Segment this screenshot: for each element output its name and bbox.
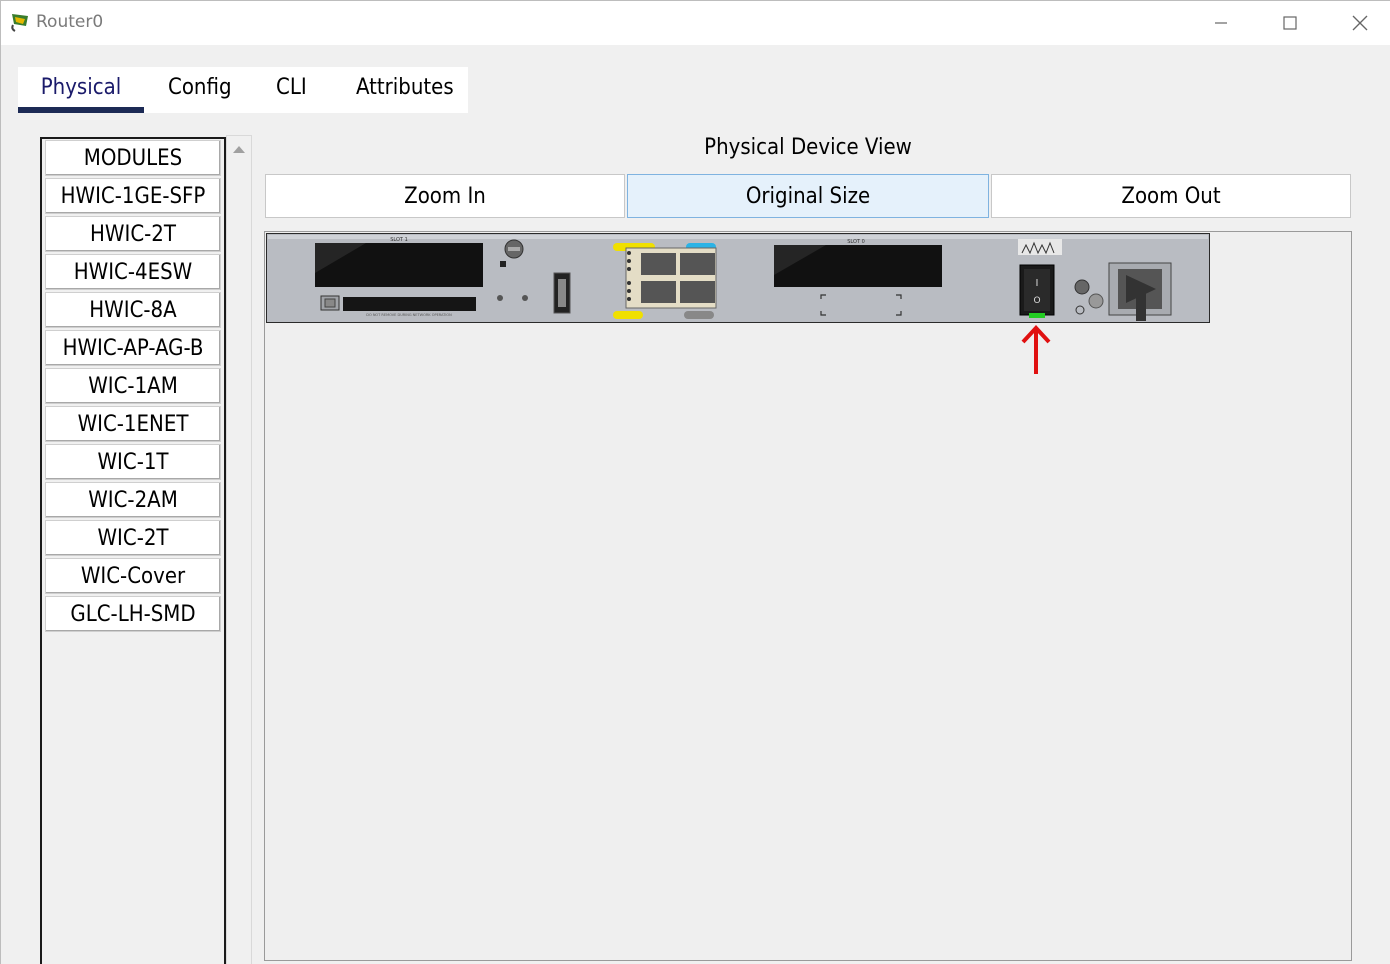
zoom-in-button[interactable]: Zoom In bbox=[265, 174, 625, 218]
modules-header: MODULES bbox=[45, 140, 221, 176]
modules-scrollbar[interactable] bbox=[226, 135, 252, 964]
module-item[interactable]: GLC-LH-SMD bbox=[45, 596, 221, 632]
window-title: Router0 bbox=[36, 12, 104, 32]
module-item[interactable]: HWIC-4ESW bbox=[45, 254, 221, 290]
modules-list: MODULES HWIC-1GE-SFP HWIC-2T HWIC-4ESW H… bbox=[40, 137, 226, 964]
module-item[interactable]: WIC-2AM bbox=[45, 482, 221, 518]
scroll-up-arrow-icon[interactable] bbox=[233, 146, 245, 153]
module-item[interactable]: HWIC-1GE-SFP bbox=[45, 178, 221, 214]
power-switch[interactable]: I O bbox=[1019, 264, 1055, 316]
minimize-button[interactable] bbox=[1186, 1, 1256, 45]
module-item[interactable]: WIC-1ENET bbox=[45, 406, 221, 442]
tab-bar: Physical Config CLI Attributes bbox=[18, 67, 468, 113]
router-window: Router0 Physical Config CLI Attributes M… bbox=[0, 0, 1390, 964]
tab-physical[interactable]: Physical bbox=[18, 75, 144, 113]
client-area: Physical Config CLI Attributes MODULES H… bbox=[1, 45, 1390, 964]
maximize-button[interactable] bbox=[1255, 1, 1325, 45]
tab-attributes[interactable]: Attributes bbox=[356, 75, 454, 113]
module-item[interactable]: HWIC-AP-AG-B bbox=[45, 330, 221, 366]
module-item[interactable]: WIC-2T bbox=[45, 520, 221, 556]
physical-tab-panel: MODULES HWIC-1GE-SFP HWIC-2T HWIC-4ESW H… bbox=[18, 113, 1390, 964]
tab-cli[interactable]: CLI bbox=[276, 75, 307, 113]
maximize-icon bbox=[1283, 16, 1297, 30]
device-view-canvas: SLOT 1 DO NOT REMOVE DURING NETWORK OPER… bbox=[264, 231, 1352, 961]
module-item[interactable]: WIC-1T bbox=[45, 444, 221, 480]
tab-config[interactable]: Config bbox=[168, 75, 232, 113]
original-size-button[interactable]: Original Size bbox=[627, 174, 989, 218]
module-item[interactable]: HWIC-2T bbox=[45, 216, 221, 252]
svg-text:DO NOT REMOVE DURING NETWORK O: DO NOT REMOVE DURING NETWORK OPERATION bbox=[366, 313, 452, 317]
power-on-symbol: I bbox=[1036, 278, 1039, 289]
close-icon bbox=[1352, 15, 1368, 31]
zoom-out-button[interactable]: Zoom Out bbox=[991, 174, 1351, 218]
packet-tracer-app-icon bbox=[11, 14, 28, 32]
module-item[interactable]: HWIC-8A bbox=[45, 292, 221, 328]
power-led bbox=[1029, 313, 1045, 318]
module-item[interactable]: WIC-Cover bbox=[45, 558, 221, 594]
hwic-slot-1[interactable]: SLOT 1 bbox=[315, 237, 483, 287]
annotation-arrow-icon bbox=[1021, 325, 1051, 374]
hwic-slot-0[interactable]: SLOT 0 bbox=[774, 239, 942, 287]
close-button[interactable] bbox=[1325, 1, 1390, 45]
slot0-label: SLOT 0 bbox=[847, 239, 865, 245]
minimize-icon bbox=[1215, 22, 1227, 24]
slot1-label: SLOT 1 bbox=[390, 237, 408, 243]
power-off-symbol: O bbox=[1033, 296, 1040, 306]
router-back-panel: SLOT 1 DO NOT REMOVE DURING NETWORK OPER… bbox=[266, 233, 1210, 323]
title-bar: Router0 bbox=[1, 1, 1390, 45]
physical-device-view-title: Physical Device View bbox=[704, 135, 912, 160]
module-item[interactable]: WIC-1AM bbox=[45, 368, 221, 404]
